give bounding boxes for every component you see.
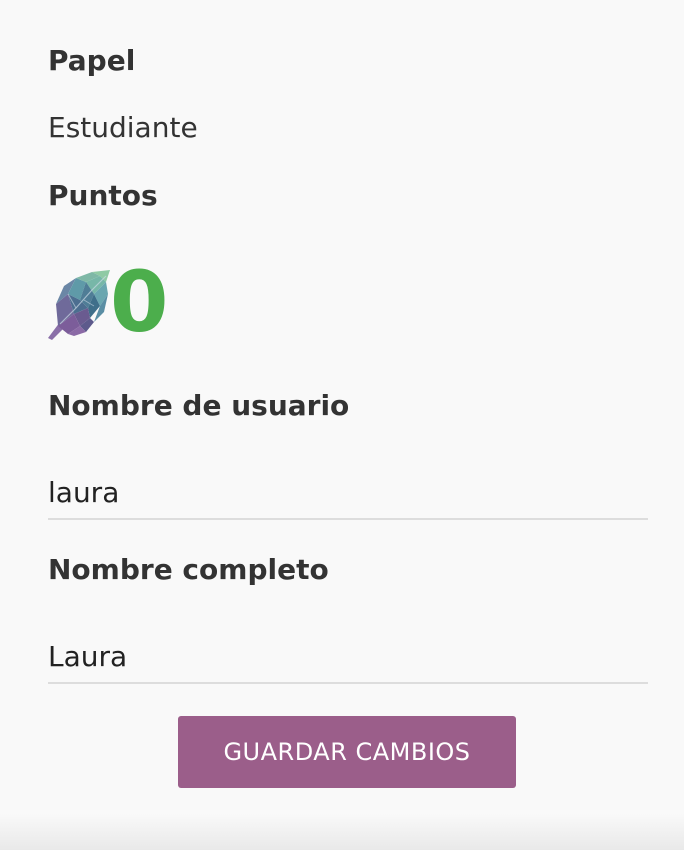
fullname-label: Nombre completo (48, 553, 329, 586)
points-value: 0 (110, 253, 168, 351)
points-label: Puntos (48, 179, 158, 212)
role-label: Papel (48, 44, 136, 77)
points-display: 0 (46, 253, 168, 351)
save-changes-button[interactable]: GUARDAR CAMBIOS (178, 716, 516, 788)
username-field[interactable] (48, 476, 648, 520)
role-value: Estudiante (48, 111, 198, 144)
profile-page: Papel Estudiante Puntos 0 Nombre de usua… (0, 0, 684, 850)
username-label: Nombre de usuario (48, 389, 350, 422)
leaf-icon (48, 270, 110, 340)
fullname-field[interactable] (48, 640, 648, 684)
bottom-shadow (0, 814, 684, 850)
